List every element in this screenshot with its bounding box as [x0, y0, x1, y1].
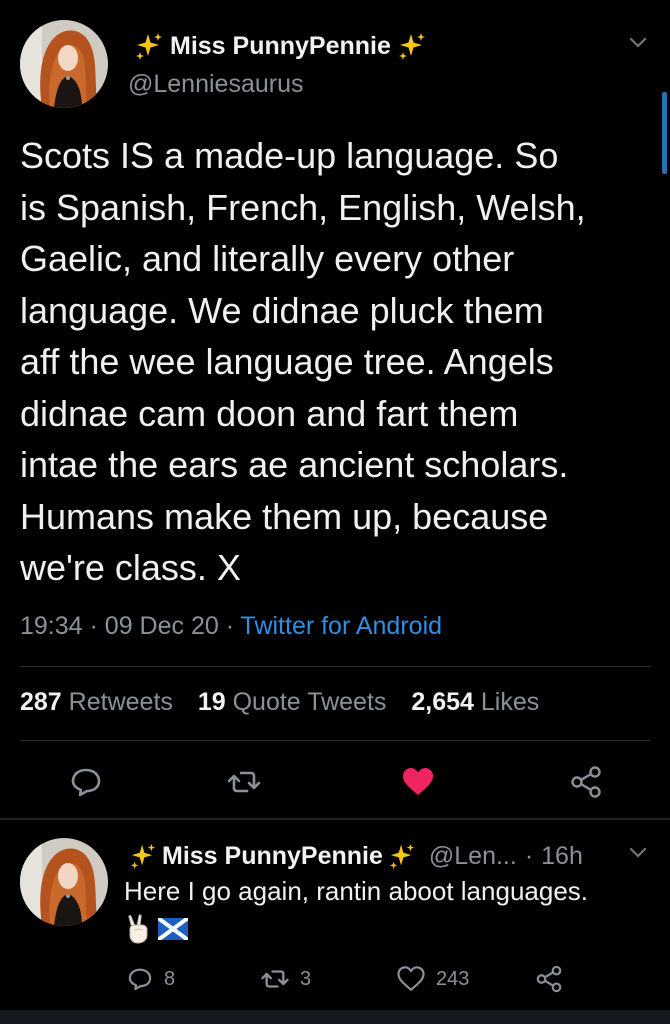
tweet-text-line: is Spanish, French, English, Welsh, [20, 186, 586, 228]
speech-bubble-icon [128, 968, 152, 991]
sparkles-icon [134, 31, 164, 61]
scotland-flag-icon [156, 915, 190, 945]
tweet-text-line: intae the ears ae ancient scholars. [20, 444, 569, 485]
sparkles-icon [129, 842, 157, 870]
reply-handle[interactable]: @Len... [429, 842, 517, 871]
retweet-button[interactable]: 3 [260, 962, 311, 996]
avatar[interactable] [20, 20, 108, 108]
share-icon [536, 965, 562, 993]
reply-button[interactable]: 8 [126, 962, 175, 996]
chevron-down-icon[interactable] [628, 846, 648, 860]
like-button[interactable]: 243 [396, 962, 469, 996]
retweets-stat[interactable]: 287 Retweets [20, 688, 173, 716]
share-button[interactable] [534, 962, 574, 996]
meta-separator: · [225, 612, 235, 640]
victory-hand-icon [126, 913, 152, 949]
tweet-text-line: Gaelic, and literally every other [20, 238, 515, 279]
main-tweet: Miss PunnyPennie @Lenniesaurus Scots IS … [0, 0, 670, 822]
quote-tweets-stat[interactable]: 19 Quote Tweets [198, 688, 387, 716]
reply-header[interactable]: Miss PunnyPennie @Len... · 16h [124, 838, 583, 874]
tweet-text-line: didnae cam doon and fart them [20, 392, 519, 434]
sparkles-icon [388, 842, 416, 870]
tweet-text-line: aff the wee language tree. Angels [20, 341, 554, 382]
reply-count: 8 [164, 967, 176, 990]
author-display-name[interactable]: Miss PunnyPennie [170, 32, 391, 61]
retweet-icon[interactable] [226, 764, 262, 800]
bottom-navigation-bar [0, 1010, 670, 1024]
tweet-time: 19:34 [20, 612, 83, 640]
reply-display-name[interactable]: Miss PunnyPennie [162, 842, 383, 871]
chevron-down-icon[interactable] [628, 36, 648, 50]
quote-tweets-label: Quote Tweets [232, 688, 387, 716]
tweet-text-line: Humans make them up, because [20, 495, 549, 537]
speech-bubble-icon[interactable] [68, 764, 104, 800]
tweet-date: 09 Dec 20 [104, 612, 219, 640]
tweet-source-link[interactable]: Twitter for Android [241, 612, 442, 640]
section-separator [0, 818, 670, 820]
tweet-meta: 19:34 · 09 Dec 20 · Twitter for Android [20, 612, 442, 641]
reply-text: Here I go again, rantin aboot languages. [124, 876, 589, 906]
tweet-text-line: language. We didnae pluck them [20, 289, 544, 331]
reply-avatar[interactable] [20, 838, 108, 926]
author-name-row[interactable]: Miss PunnyPennie [128, 28, 433, 64]
reply-emoji-row [126, 913, 194, 949]
tweet-text-line: Scots IS a made-up language. So [20, 135, 559, 176]
tweet-text-line: we're class. X [20, 547, 241, 588]
quote-tweets-count: 19 [197, 688, 226, 716]
divider [20, 666, 650, 667]
tweet-text: Scots IS a made-up language. So is Spani… [20, 130, 660, 594]
likes-count: 2,654 [411, 688, 474, 716]
divider [20, 740, 650, 741]
retweets-count: 287 [20, 688, 62, 716]
heart-icon [397, 966, 425, 991]
reply-action-bar: 8 3 243 [0, 962, 670, 996]
likes-label: Likes [480, 688, 540, 716]
scrollbar[interactable] [662, 92, 667, 174]
retweet-icon [261, 970, 289, 988]
reply-time-ago: 16h [541, 841, 583, 870]
meta-separator: · [89, 612, 98, 640]
tweet-action-bar [0, 760, 670, 804]
like-count: 243 [436, 967, 470, 990]
author-handle[interactable]: @Lenniesaurus [128, 70, 304, 99]
tweet-stats: 287 Retweets 19 Quote Tweets 2,654 Likes [20, 688, 557, 717]
retweet-count: 3 [300, 967, 312, 990]
meta-separator: · [524, 841, 534, 870]
retweets-label: Retweets [68, 688, 173, 716]
likes-stat[interactable]: 2,654 Likes [411, 688, 539, 716]
sparkles-icon [397, 31, 427, 61]
share-icon[interactable] [568, 764, 604, 800]
heart-filled-icon[interactable] [400, 764, 436, 800]
